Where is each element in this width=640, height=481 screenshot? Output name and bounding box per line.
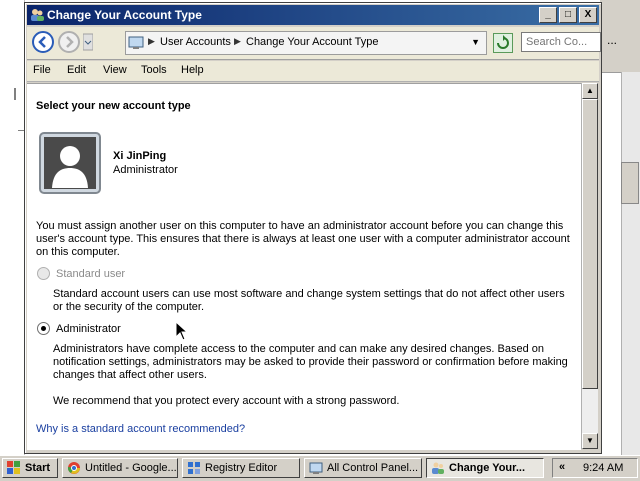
standard-account-help-link[interactable]: Why is a standard account recommended?: [36, 423, 245, 435]
standard-user-description: Standard account users can use most soft…: [53, 288, 573, 314]
warning-line: user's account type. This ensures that t…: [36, 233, 570, 245]
title-bar[interactable]: Change Your Account Type _ □ X: [27, 5, 599, 25]
warning-line: You must assign another user on this com…: [36, 220, 564, 232]
standard-user-radio[interactable]: [37, 267, 50, 280]
scroll-thumb[interactable]: [582, 99, 598, 389]
background-toolbar: [600, 0, 640, 73]
taskbar-item-label: Change Your...: [449, 462, 525, 474]
show-hidden-icons-chevron-icon[interactable]: «: [559, 461, 565, 473]
control-panel-icon: [128, 36, 144, 49]
password-recommendation: We recommend that you protect every acco…: [53, 395, 400, 407]
back-arrow-icon[interactable]: [31, 30, 55, 54]
taskbar-item-label: Untitled - Google...: [85, 462, 177, 474]
windows-logo-icon: [7, 461, 20, 474]
control-panel-icon: [309, 462, 323, 474]
taskbar-item-chrome[interactable]: Untitled - Google...: [62, 458, 178, 478]
menu-help[interactable]: Help: [181, 64, 204, 76]
start-button[interactable]: Start: [2, 458, 58, 478]
description-line: Administrators have complete access to t…: [53, 343, 544, 355]
user-avatar[interactable]: [39, 132, 101, 194]
change-account-type-window: Change Your Account Type _ □ X ▶ User Ac…: [24, 2, 617, 454]
taskbar-item-registry-editor[interactable]: Registry Editor: [182, 458, 300, 478]
description-line: or the security of the computer.: [53, 301, 205, 313]
description-line: changes that affect other users.: [53, 369, 207, 381]
recent-pages-chevron-down-icon[interactable]: [83, 30, 93, 54]
breadcrumb-user-accounts[interactable]: User Accounts: [160, 36, 231, 48]
administrator-radio[interactable]: [37, 322, 50, 335]
user-name: Xi JinPing: [113, 150, 167, 162]
user-accounts-icon: [432, 462, 444, 474]
minimize-button[interactable]: _: [539, 7, 557, 23]
registry-editor-icon: [188, 462, 200, 474]
background-fragment: [14, 88, 24, 100]
system-tray: « 9:24 AM: [552, 458, 638, 478]
breadcrumb-separator-icon[interactable]: ▶: [148, 36, 155, 47]
warning-line: on this computer.: [36, 246, 120, 258]
description-line: notification settings, administrators ma…: [53, 356, 568, 368]
scroll-down-icon[interactable]: ▼: [582, 433, 598, 449]
standard-user-option[interactable]: Standard user: [37, 267, 125, 280]
clock[interactable]: 9:24 AM: [583, 462, 623, 474]
administrator-label: Administrator: [56, 322, 121, 335]
menu-edit[interactable]: Edit: [67, 64, 86, 76]
close-button[interactable]: X: [579, 7, 597, 23]
address-dropdown-icon[interactable]: ▼: [471, 37, 480, 47]
standard-user-label: Standard user: [56, 267, 126, 280]
search-input[interactable]: [521, 32, 601, 52]
forward-arrow-icon[interactable]: [57, 30, 81, 54]
background-window-left-edge: [0, 0, 25, 455]
user-role: Administrator: [113, 164, 178, 176]
toolbar-overflow-button[interactable]: ...: [607, 33, 617, 47]
scroll-up-icon[interactable]: ▲: [582, 83, 598, 99]
taskbar: Start Untitled - Google... Registry Edit…: [0, 455, 640, 481]
administrator-option[interactable]: Administrator: [37, 322, 121, 335]
taskbar-item-change-account-type[interactable]: Change Your...: [426, 458, 544, 478]
menu-view[interactable]: View: [103, 64, 127, 76]
taskbar-item-label: Registry Editor: [205, 462, 278, 474]
address-bar[interactable]: ▶ User Accounts ▶ Change Your Account Ty…: [125, 31, 487, 55]
navigation-bar: ▶ User Accounts ▶ Change Your Account Ty…: [27, 27, 617, 60]
start-label: Start: [25, 462, 51, 474]
window-title: Change Your Account Type: [47, 8, 202, 22]
menu-bar: File Edit View Tools Help: [27, 61, 599, 82]
content-pane: Select your new account type Xi JinPing …: [27, 83, 581, 450]
chrome-icon: [67, 462, 80, 474]
taskbar-item-control-panel[interactable]: All Control Panel...: [304, 458, 422, 478]
background-scroll-thumb[interactable]: [621, 162, 639, 204]
mouse-cursor-icon: [175, 321, 187, 341]
administrator-description: Administrators have complete access to t…: [53, 343, 573, 382]
breadcrumb-separator-icon[interactable]: ▶: [234, 36, 241, 47]
content-scrollbar[interactable]: ▲ ▼: [581, 83, 598, 449]
maximize-button[interactable]: □: [559, 7, 577, 23]
description-line: Standard account users can use most soft…: [53, 288, 565, 300]
refresh-icon[interactable]: [493, 33, 513, 53]
admin-requirement-warning: You must assign another user on this com…: [36, 220, 576, 259]
breadcrumb-current-page[interactable]: Change Your Account Type: [246, 36, 379, 48]
background-scrollbar[interactable]: [621, 72, 640, 455]
menu-tools[interactable]: Tools: [141, 64, 167, 76]
user-accounts-icon: [31, 9, 44, 21]
menu-file[interactable]: File: [33, 64, 51, 76]
page-heading: Select your new account type: [36, 100, 191, 112]
taskbar-item-label: All Control Panel...: [327, 462, 419, 474]
background-window-right-edge: [600, 0, 640, 455]
